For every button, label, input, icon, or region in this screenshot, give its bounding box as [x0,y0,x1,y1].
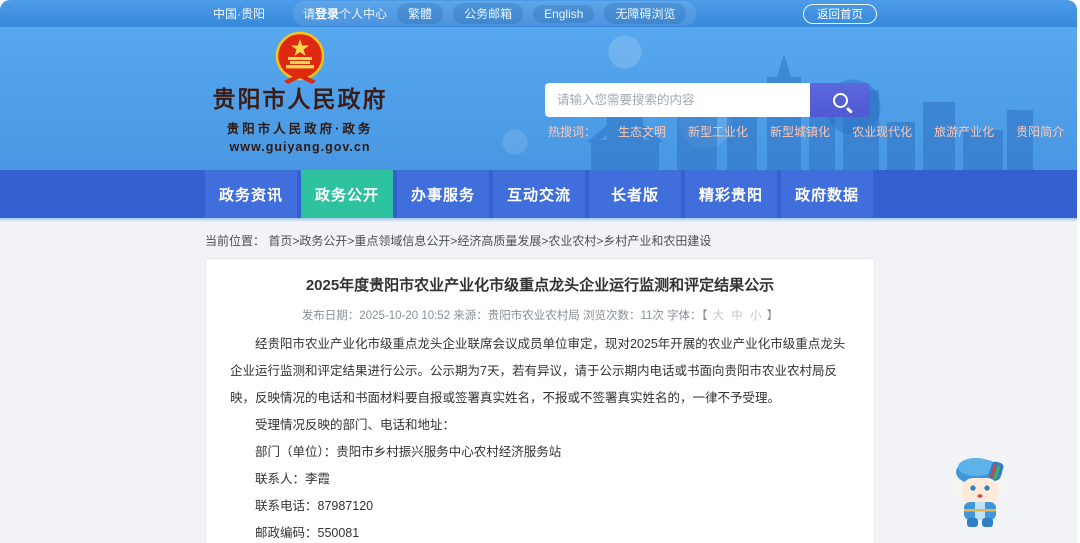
nav-item-news[interactable]: 政务资讯 [205,170,297,218]
hot-word-intro[interactable]: 贵阳简介 [1016,123,1064,140]
browser-page: 中国·贵阳 请登录个人中心 繁體 公务邮箱 English 无障碍浏览 返回首页 [0,0,1077,543]
breadcrumb-label: 当前位置： [205,234,266,248]
paragraph-postcode: 邮政编码：550081 [255,525,360,540]
paragraph-contact-person: 联系人：李霞 [255,471,331,486]
english-link[interactable]: English [533,4,595,23]
paragraph-phone: 联系电话：87987120 [255,498,374,513]
nav-item-interaction[interactable]: 互动交流 [493,170,585,218]
search-icon [832,92,848,108]
nav-item-senior[interactable]: 长者版 [589,170,681,218]
nav-item-services[interactable]: 办事服务 [397,170,489,218]
site-banner: 贵阳市人民政府 贵阳市人民政府·政务 www.guiyang.gov.cn 热搜… [0,27,1077,170]
topbar-links-group: 请登录个人中心 繁體 公务邮箱 English 无障碍浏览 [293,1,697,26]
article-meta: 发布日期：2025-10-20 10:52 来源：贵阳市农业农村局 浏览次数：1… [230,307,850,323]
font-size-large-button[interactable]: 大 [711,310,727,322]
official-mail-link[interactable]: 公务邮箱 [453,3,524,24]
nav-item-disclosure[interactable]: 政务公开 [301,170,393,218]
login-prefix: 请 [303,7,316,21]
hot-word-industry[interactable]: 新型工业化 [688,123,748,140]
search-bar [545,83,870,117]
top-utility-bar: 中国·贵阳 请登录个人中心 繁體 公务邮箱 English 无障碍浏览 返回首页 [0,0,1077,27]
hot-word-eco[interactable]: 生态文明 [618,123,666,140]
paragraph-announcement: 经贵阳市农业产业化市级重点龙头企业联席会议成员单位审定，现对2025年开展的农业… [230,336,846,405]
hot-word-agriculture[interactable]: 农业现代化 [852,123,912,140]
mascot-character[interactable] [948,452,1012,528]
paragraph-department: 部门（单位）：贵阳市乡村振兴服务中心农村经济服务站 [255,444,562,459]
site-logo[interactable]: 贵阳市人民政府 贵阳市人民政府·政务 www.guiyang.gov.cn [205,31,395,154]
login-link[interactable]: 请登录个人中心 [303,5,387,22]
traditional-chinese-link[interactable]: 繁體 [397,3,444,24]
search-button[interactable] [810,83,870,117]
hot-word-urbanization[interactable]: 新型城镇化 [770,123,830,140]
national-emblem-icon [275,31,325,84]
site-subtitle: 贵阳市人民政府·政务 [226,122,374,137]
font-size-small-button[interactable]: 小 [748,310,764,322]
meta-text: 发布日期：2025-10-20 10:52 来源：贵阳市农业农村局 浏览次数：1… [301,309,708,322]
login-suffix: 个人中心 [339,7,388,21]
hot-word-tourism[interactable]: 旅游产业化 [934,123,994,140]
hot-search-row: 热搜词： 生态文明 新型工业化 新型城镇化 农业现代化 旅游产业化 贵阳简介 [548,123,1064,140]
login-bold[interactable]: 登录 [315,7,339,21]
site-url: www.guiyang.gov.cn [229,140,371,155]
paragraph-contact-intro: 受理情况反映的部门、电话和地址： [255,417,456,432]
hot-search-label: 热搜词： [548,125,597,139]
site-region-link[interactable]: 中国·贵阳 [213,5,265,22]
search-input[interactable] [545,83,810,117]
meta-bracket-close: 】 [766,309,779,322]
font-size-medium-button[interactable]: 中 [729,310,745,322]
nav-item-data[interactable]: 政府数据 [781,170,873,218]
accessibility-link[interactable]: 无障碍浏览 [604,3,687,24]
breadcrumb: 当前位置： 首页>政务公开>重点领域信息公开>经济高质量发展>农业农村>乡村产业… [0,222,1077,258]
site-title: 贵阳市人民政府 [212,86,388,112]
article-body: 经贵阳市农业产业化市级重点龙头企业联席会议成员单位审定，现对2025年开展的农业… [230,331,850,543]
article-title: 2025年度贵阳市农业产业化市级重点龙头企业运行监测和评定结果公示 [305,277,775,294]
nav-item-highlights[interactable]: 精彩贵阳 [685,170,777,218]
breadcrumb-links[interactable]: 首页>政务公开>重点领域信息公开>经济高质量发展>农业农村>乡村产业和农田建设 [268,234,711,248]
back-to-home-button[interactable]: 返回首页 [803,3,877,24]
main-navigation: 政务资讯 政务公开 办事服务 互动交流 长者版 精彩贵阳 政府数据 [0,170,1077,218]
article-card: 2025年度贵阳市农业产业化市级重点龙头企业运行监测和评定结果公示 发布日期：2… [205,258,875,543]
